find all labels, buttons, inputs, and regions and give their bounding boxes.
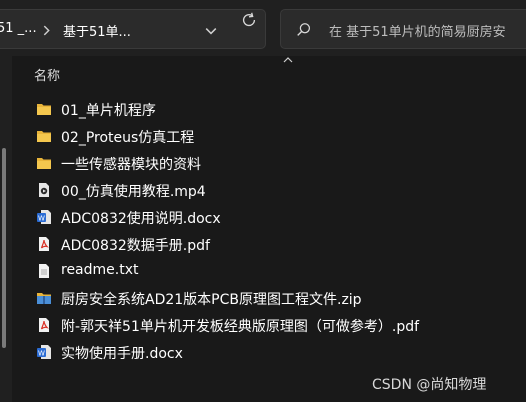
scrollbar[interactable] <box>2 148 6 348</box>
file-name: 实物使用手册.docx <box>61 346 183 362</box>
list-item[interactable]: W 实物使用手册.docx <box>12 339 526 365</box>
svg-text:W: W <box>38 214 45 222</box>
file-name: readme.txt <box>61 262 139 278</box>
address-bar[interactable]: 51 _... 基于51单... <box>0 9 266 49</box>
search-box[interactable]: 在 基于51单片机的简易厨房安 <box>280 9 526 49</box>
file-name: ADC0832使用说明.docx <box>61 211 221 227</box>
list-item[interactable]: 00_仿真使用教程.mp4 <box>12 177 526 203</box>
chevron-right-icon <box>43 25 50 36</box>
refresh-icon[interactable] <box>240 11 258 29</box>
word-file-icon: W <box>37 210 51 224</box>
list-item[interactable]: 厨房安全系统AD21版本PCB原理图工程文件.zip <box>12 285 526 311</box>
navigation-pane <box>0 56 12 402</box>
watermark: CSDN @尚知物理 <box>372 377 487 393</box>
folder-icon <box>37 131 51 142</box>
file-name: 02_Proteus仿真工程 <box>61 130 195 146</box>
breadcrumb-parent[interactable]: 51 _... <box>0 21 37 36</box>
chevron-down-icon[interactable] <box>205 25 217 37</box>
file-name: 01_单片机程序 <box>61 103 156 119</box>
file-name: 一些传感器模块的资料 <box>61 157 201 173</box>
zip-file-icon <box>37 293 51 304</box>
breadcrumb-current[interactable]: 基于51单... <box>63 21 131 40</box>
list-item[interactable]: readme.txt <box>12 258 526 284</box>
folder-icon <box>37 158 51 169</box>
text-file-icon <box>39 264 49 278</box>
pdf-file-icon <box>39 318 49 332</box>
file-name: 00_仿真使用教程.mp4 <box>61 184 206 200</box>
pdf-file-icon <box>39 237 49 251</box>
list-item[interactable]: ADC0832数据手册.pdf <box>12 231 526 257</box>
svg-text:W: W <box>38 349 45 357</box>
word-file-icon: W <box>37 345 51 359</box>
sort-ascending-icon <box>283 57 293 63</box>
file-name: 附-郭天祥51单片机开发板经典版原理图（可做参考）.pdf <box>61 319 420 335</box>
folder-icon <box>37 104 51 115</box>
toolbar: 51 _... 基于51单... 在 基于51单片机的简易厨房安 <box>0 0 526 56</box>
list-item[interactable]: 01_单片机程序 <box>12 96 526 122</box>
list-item[interactable]: 附-郭天祥51单片机开发板经典版原理图（可做参考）.pdf <box>12 312 526 338</box>
search-icon <box>297 23 311 36</box>
list-item[interactable]: W ADC0832使用说明.docx <box>12 204 526 230</box>
list-item[interactable]: 02_Proteus仿真工程 <box>12 123 526 149</box>
list-item[interactable]: 一些传感器模块的资料 <box>12 150 526 176</box>
search-input[interactable]: 在 基于51单片机的简易厨房安 <box>329 21 506 40</box>
file-name: ADC0832数据手册.pdf <box>61 238 210 254</box>
column-header-name[interactable]: 名称 <box>34 65 60 84</box>
video-file-icon <box>39 183 49 197</box>
file-name: 厨房安全系统AD21版本PCB原理图工程文件.zip <box>61 292 362 308</box>
